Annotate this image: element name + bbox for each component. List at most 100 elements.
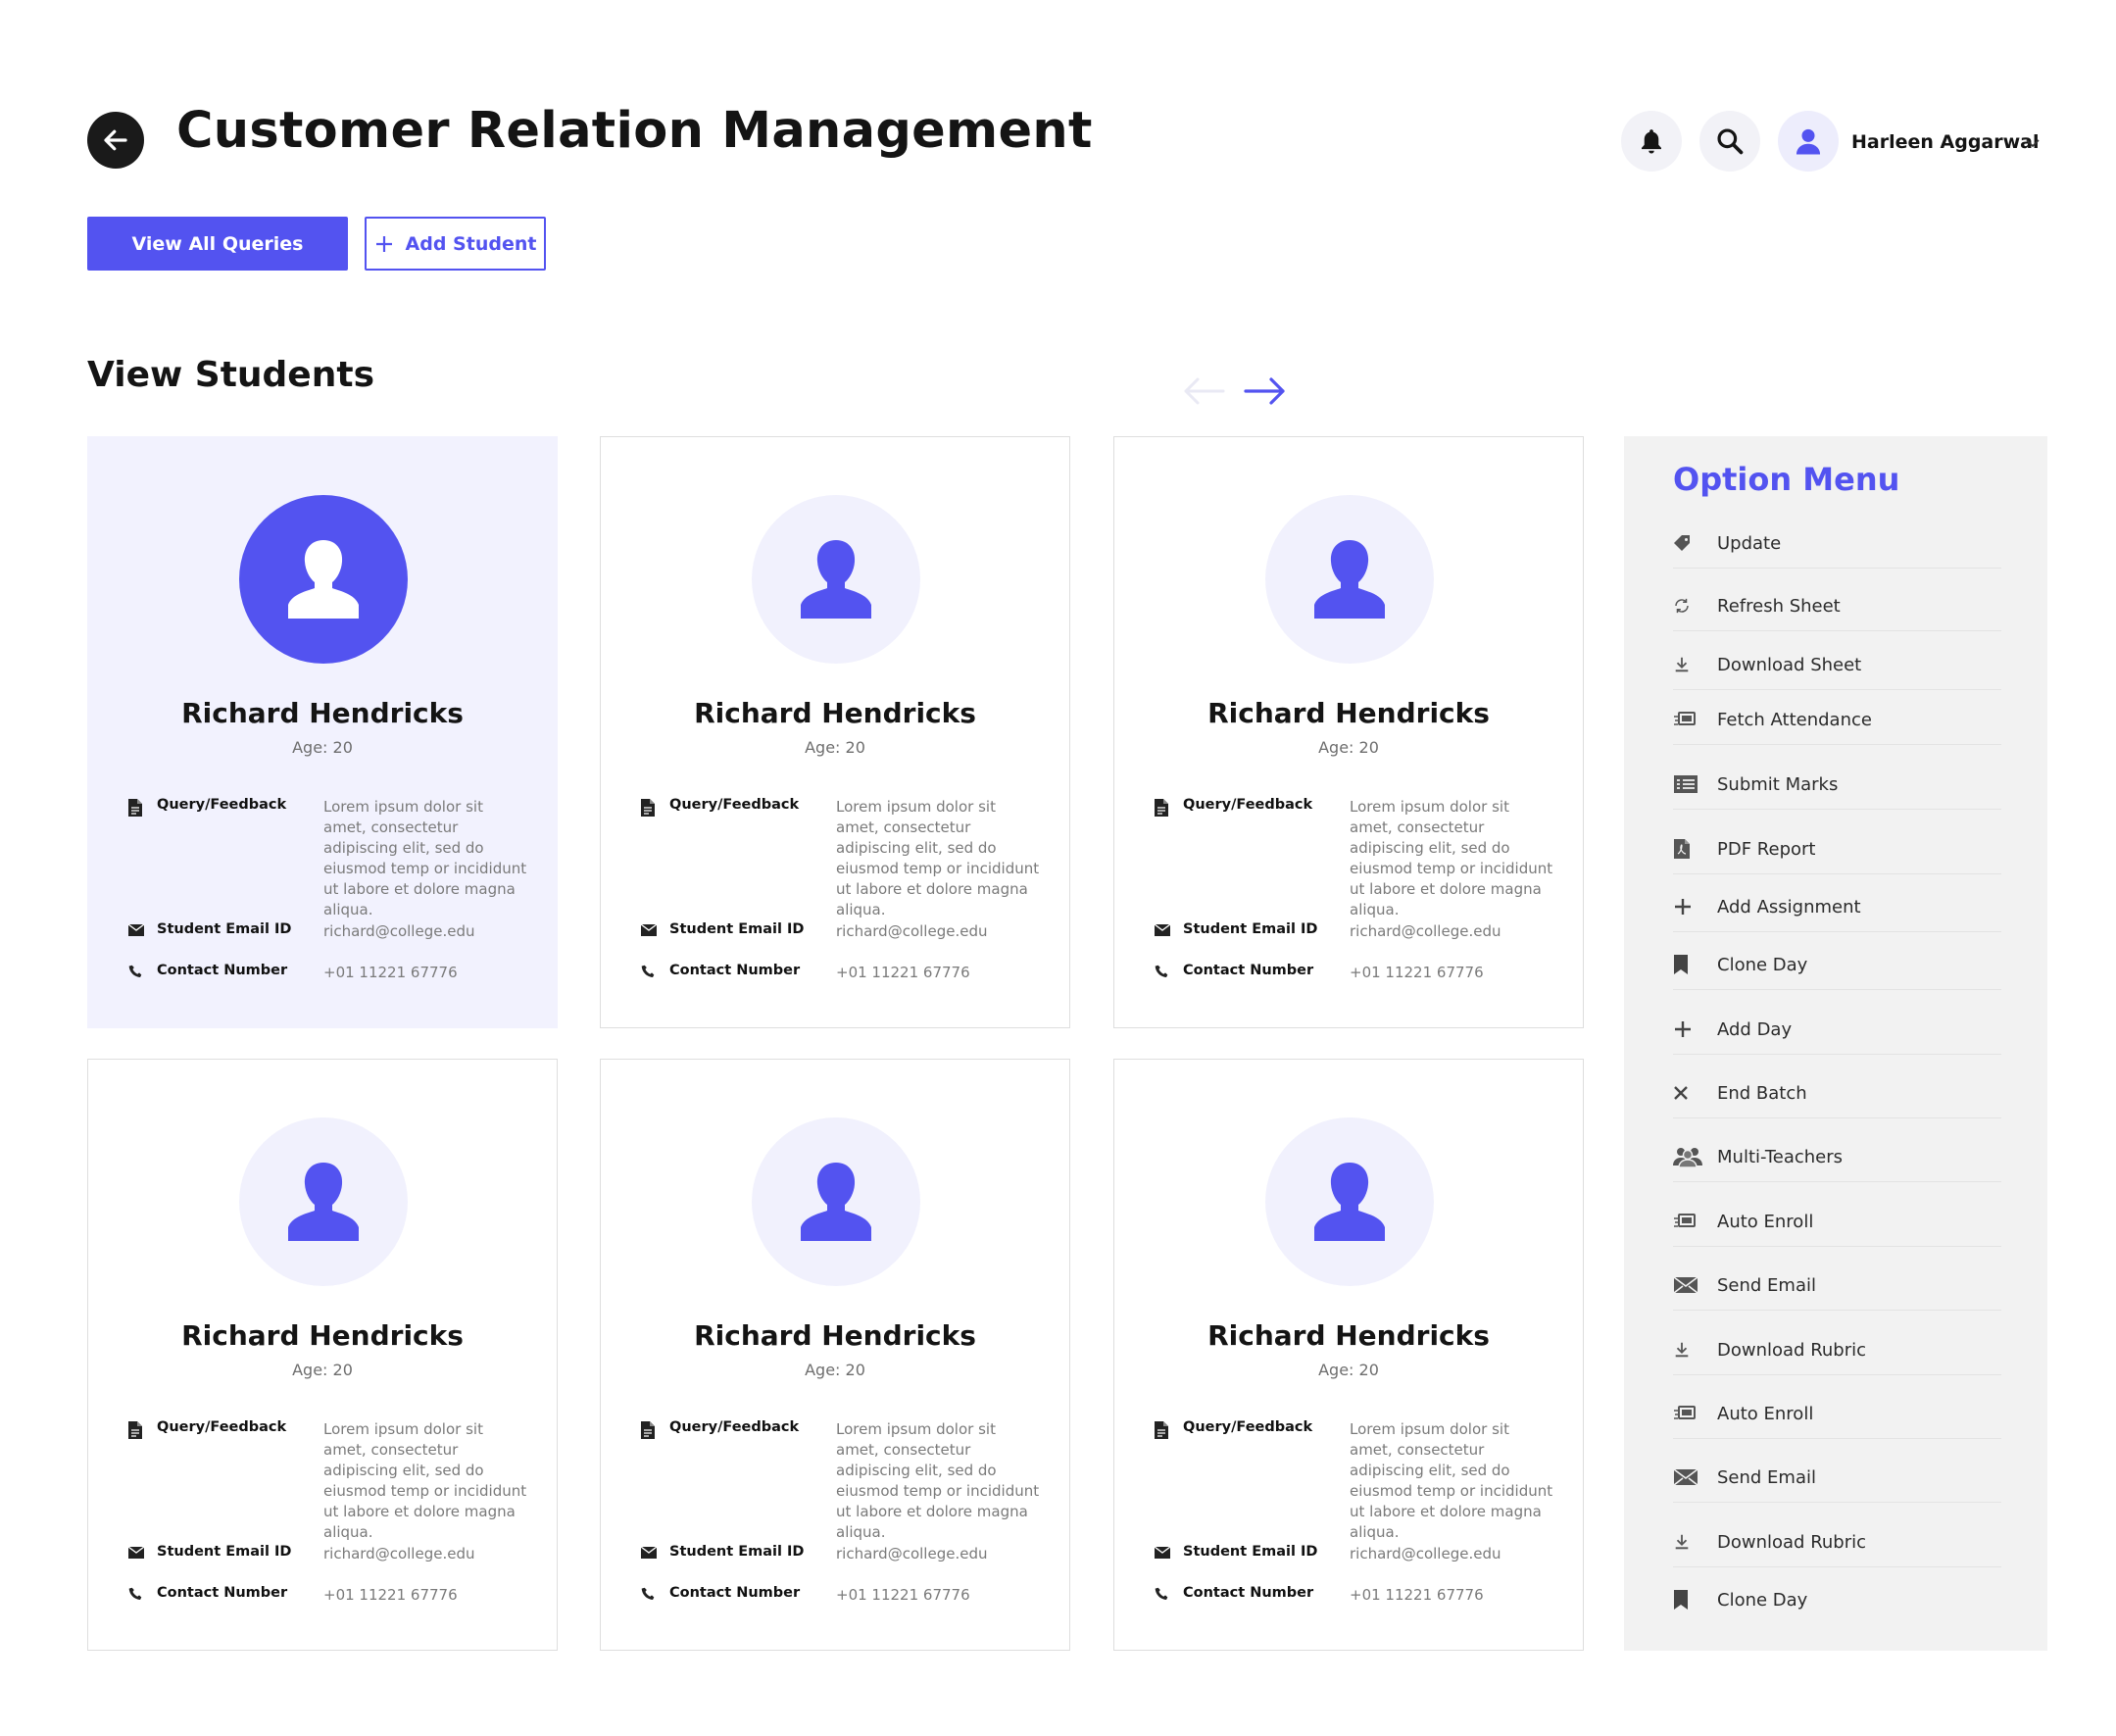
menu-divider — [1673, 873, 2001, 874]
student-age: Age: 20 — [1318, 738, 1379, 757]
menu-divider — [1673, 1566, 2001, 1567]
menu-divider — [1673, 1502, 2001, 1503]
phone-value[interactable]: +01 11221 67776 — [1350, 963, 1553, 984]
document-icon — [127, 1419, 157, 1543]
query-row: Query/Feedback Lorem ipsum dolor sit amet… — [127, 797, 527, 920]
document-icon — [640, 1419, 669, 1543]
option-item-download-rubric[interactable]: Download Rubric — [1673, 1513, 2001, 1570]
student-age: Age: 20 — [292, 1361, 353, 1379]
option-item-submit-marks[interactable]: Submit Marks — [1673, 756, 2001, 813]
mail-icon — [1154, 921, 1183, 942]
menu-divider — [1673, 931, 2001, 932]
query-text: Lorem ipsum dolor sit amet, consectetur … — [323, 1420, 527, 1541]
next-page-button[interactable] — [1243, 374, 1288, 408]
bookmark-icon — [1673, 954, 1717, 975]
option-item-send-email[interactable]: Send Email — [1673, 1449, 2001, 1506]
option-item-label: Auto Enroll — [1717, 1403, 1814, 1424]
section-title: View Students — [87, 355, 374, 395]
email-row: Student Email ID richard@college.edu — [127, 921, 527, 942]
mail-icon — [1673, 1276, 1717, 1294]
option-item-label: Multi-Teachers — [1717, 1146, 1844, 1167]
option-item-label: Clone Day — [1717, 1589, 1808, 1611]
option-item-fetch-attendance[interactable]: Fetch Attendance — [1673, 691, 2001, 748]
student-avatar — [1265, 1117, 1434, 1286]
mail-icon — [1673, 1468, 1717, 1486]
student-card[interactable]: Richard Hendricks Age: 20 Query/Feedback Lo… — [1113, 1059, 1584, 1651]
query-label: Query/Feedback — [1183, 1419, 1313, 1435]
student-card[interactable]: Richard Hendricks Age: 20 Query/Feedback Lo… — [600, 436, 1070, 1028]
option-item-label: End Batch — [1717, 1082, 1807, 1104]
view-all-queries-button[interactable]: View All Queries — [87, 217, 348, 271]
page-title: Customer Relation Management — [176, 102, 1093, 160]
option-item-download-rubric[interactable]: Download Rubric — [1673, 1321, 2001, 1378]
menu-divider — [1673, 1181, 2001, 1182]
email-value[interactable]: richard@college.edu — [1350, 921, 1553, 942]
download-icon — [1673, 656, 1717, 673]
notifications-button[interactable] — [1621, 111, 1682, 172]
document-icon — [1154, 1419, 1183, 1543]
email-value[interactable]: richard@college.edu — [323, 1544, 527, 1564]
query-row: Query/Feedback Lorem ipsum dolor sit amet… — [1154, 1419, 1553, 1543]
option-item-auto-enroll[interactable]: Auto Enroll — [1673, 1385, 2001, 1442]
add-student-label: Add Student — [405, 232, 537, 255]
student-name: Richard Hendricks — [694, 697, 976, 729]
download-icon — [1673, 1341, 1717, 1359]
option-item-clone-day[interactable]: Clone Day — [1673, 1571, 2001, 1628]
menu-divider — [1673, 1117, 2001, 1118]
email-value[interactable]: richard@college.edu — [323, 921, 527, 942]
user-avatar[interactable] — [1778, 111, 1839, 172]
email-value[interactable]: richard@college.edu — [836, 1544, 1040, 1564]
option-item-send-email[interactable]: Send Email — [1673, 1257, 2001, 1314]
phone-icon — [127, 963, 157, 984]
option-item-refresh-sheet[interactable]: Refresh Sheet — [1673, 577, 2001, 634]
user-menu-toggle[interactable] — [2025, 134, 2041, 153]
search-button[interactable] — [1699, 111, 1760, 172]
prev-page-button[interactable] — [1181, 374, 1226, 408]
phone-row: Contact Number +01 11221 67776 — [1154, 963, 1553, 984]
option-item-label: Update — [1717, 532, 1782, 554]
back-button[interactable] — [87, 112, 144, 169]
email-value[interactable]: richard@college.edu — [836, 921, 1040, 942]
option-item-multi-teachers[interactable]: Multi-Teachers — [1673, 1128, 2001, 1185]
option-item-auto-enroll[interactable]: Auto Enroll — [1673, 1193, 2001, 1250]
email-row: Student Email ID richard@college.edu — [640, 921, 1040, 942]
student-card[interactable]: Richard Hendricks Age: 20 Query/Feedback Lo… — [87, 436, 558, 1028]
query-row: Query/Feedback Lorem ipsum dolor sit amet… — [640, 797, 1040, 920]
menu-divider — [1673, 989, 2001, 990]
option-item-update[interactable]: Update — [1673, 515, 2001, 571]
phone-value[interactable]: +01 11221 67776 — [323, 1585, 527, 1607]
option-item-download-sheet[interactable]: Download Sheet — [1673, 636, 2001, 693]
option-item-label: Refresh Sheet — [1717, 595, 1841, 617]
option-item-label: Download Rubric — [1717, 1339, 1867, 1361]
person-icon — [1314, 1163, 1385, 1241]
student-card[interactable]: Richard Hendricks Age: 20 Query/Feedback Lo… — [600, 1059, 1070, 1651]
student-card[interactable]: Richard Hendricks Age: 20 Query/Feedback Lo… — [87, 1059, 558, 1651]
menu-divider — [1673, 689, 2001, 690]
plus-icon — [1673, 1019, 1717, 1039]
email-label: Student Email ID — [157, 1544, 292, 1560]
option-item-clone-day[interactable]: Clone Day — [1673, 936, 2001, 993]
email-value[interactable]: richard@college.edu — [1350, 1544, 1553, 1564]
phone-value[interactable]: +01 11221 67776 — [323, 963, 527, 984]
option-item-label: Fetch Attendance — [1717, 709, 1872, 730]
fetch-icon — [1673, 1405, 1717, 1422]
option-item-end-batch[interactable]: End Batch — [1673, 1065, 2001, 1121]
person-icon — [288, 1163, 359, 1241]
phone-value[interactable]: +01 11221 67776 — [836, 1585, 1040, 1607]
option-item-pdf-report[interactable]: PDF Report — [1673, 820, 2001, 877]
add-student-button[interactable]: Add Student — [365, 217, 546, 271]
option-item-add-day[interactable]: Add Day — [1673, 1001, 2001, 1058]
phone-label: Contact Number — [1183, 1585, 1314, 1601]
query-text: Lorem ipsum dolor sit amet, consectetur … — [1350, 1420, 1553, 1541]
student-card[interactable]: Richard Hendricks Age: 20 Query/Feedback Lo… — [1113, 436, 1584, 1028]
option-item-add-assignment[interactable]: Add Assignment — [1673, 878, 2001, 935]
phone-label: Contact Number — [157, 1585, 288, 1601]
user-name[interactable]: Harleen Aggarwal — [1851, 131, 2040, 153]
phone-label: Contact Number — [1183, 963, 1314, 978]
phone-value[interactable]: +01 11221 67776 — [836, 963, 1040, 984]
menu-divider — [1673, 1054, 2001, 1055]
query-label: Query/Feedback — [669, 797, 800, 813]
email-row: Student Email ID richard@college.edu — [1154, 921, 1553, 942]
phone-value[interactable]: +01 11221 67776 — [1350, 1585, 1553, 1607]
query-label: Query/Feedback — [669, 1419, 800, 1435]
